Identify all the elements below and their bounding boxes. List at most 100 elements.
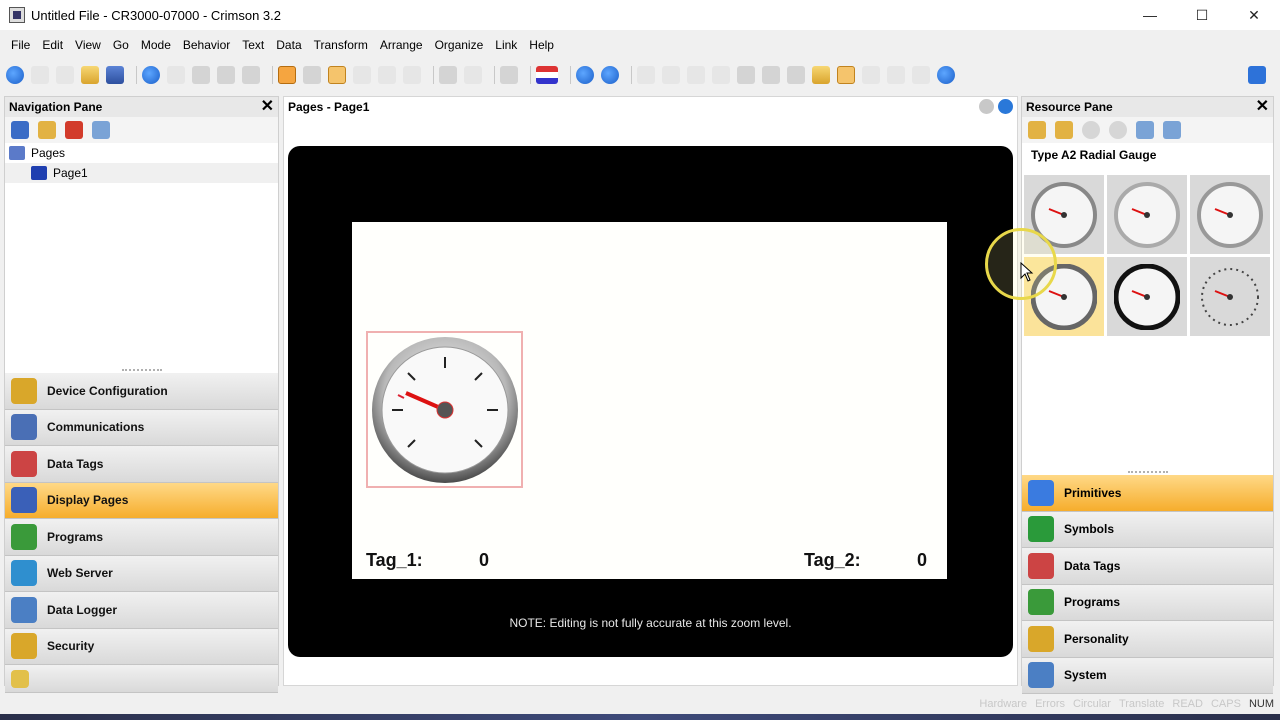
up-folder-icon[interactable] [1055,121,1073,139]
toolbar-separator [570,66,571,84]
translate-icon[interactable] [937,66,955,84]
menu-go[interactable]: Go [107,38,135,52]
res-symbols[interactable]: Symbols [1022,511,1273,548]
nav-communications[interactable]: Communications [5,409,278,446]
menu-help[interactable]: Help [523,38,560,52]
ungroup-icon[interactable] [912,66,930,84]
redo-icon[interactable] [167,66,185,84]
res-programs[interactable]: Programs [1022,584,1273,621]
smart-select-icon[interactable] [303,66,321,84]
menu-mode[interactable]: Mode [135,38,177,52]
menu-edit[interactable]: Edit [36,38,69,52]
new-folder-icon[interactable] [38,121,56,139]
nav-data-logger[interactable]: Data Logger [5,592,278,629]
zoom-out-icon[interactable] [1163,121,1181,139]
res-data-tags[interactable]: Data Tags [1022,548,1273,585]
back-icon[interactable] [6,66,24,84]
minimize-button[interactable]: — [1124,0,1176,30]
bold-icon[interactable] [787,66,805,84]
align-icon[interactable] [637,66,655,84]
display-canvas[interactable]: Tag_1: 0 Tag_2: 0 [352,222,947,579]
nav-label: Data Logger [47,602,118,617]
zoom-in-icon[interactable] [439,66,457,84]
screen-icon[interactable] [837,66,855,84]
menu-file[interactable]: File [5,38,36,52]
find-icon[interactable] [92,121,110,139]
delete-icon[interactable] [65,121,83,139]
nav-device-configuration[interactable]: Device Configuration [5,373,278,410]
tag1-value[interactable]: 0 [479,550,489,571]
page-up-icon[interactable] [998,99,1013,114]
key-icon [11,633,37,660]
radial-gauge-widget[interactable] [366,331,523,488]
widget-icon[interactable] [576,66,594,84]
zoom-out-icon[interactable] [464,66,482,84]
nav-display-pages[interactable]: Display Pages [5,482,278,519]
tree-item-pages[interactable]: Pages [5,143,278,163]
resource-section-title: Type A2 Radial Gauge [1031,148,1157,162]
tree-item-page1[interactable]: Page1 [5,163,278,183]
editor-title: Pages - Page1 [288,100,370,114]
zoom-in-icon[interactable] [1136,121,1154,139]
home-folder-icon[interactable] [1028,121,1046,139]
res-system[interactable]: System [1022,657,1273,694]
gauge-thumb-6[interactable] [1190,257,1270,336]
layout-icon[interactable] [601,66,619,84]
nav-data-tags[interactable]: Data Tags [5,446,278,483]
res-primitives[interactable]: Primitives [1022,475,1273,512]
gauge-thumb-5[interactable] [1107,257,1187,336]
shape-icon[interactable] [862,66,880,84]
close-window-button[interactable]: ✕ [1228,0,1280,30]
magic-wand-icon[interactable] [278,66,296,84]
group-icon[interactable] [887,66,905,84]
menu-transform[interactable]: Transform [308,38,374,52]
font-icon[interactable] [762,66,780,84]
send-backward-icon[interactable] [712,66,730,84]
menu-text[interactable]: Text [236,38,270,52]
new-file-icon[interactable] [56,66,74,84]
font-size-icon[interactable] [737,66,755,84]
tag1-label[interactable]: Tag_1: [366,550,423,571]
bring-forward-icon[interactable] [687,66,705,84]
select-pointer-icon[interactable] [328,66,346,84]
language-flag-icon[interactable] [536,66,558,84]
menu-arrange[interactable]: Arrange [374,38,429,52]
back-icon[interactable] [1082,121,1100,139]
paste-icon[interactable] [242,66,260,84]
menu-behavior[interactable]: Behavior [177,38,236,52]
distribute-icon[interactable] [662,66,680,84]
page-down-icon[interactable] [979,99,994,114]
nav-web-server[interactable]: Web Server [5,555,278,592]
help-icon[interactable] [1248,66,1266,84]
menu-link[interactable]: Link [489,38,523,52]
grid-icon[interactable] [500,66,518,84]
cut-icon[interactable] [192,66,210,84]
gauge-thumb-3[interactable] [1190,175,1270,254]
link-tool-icon[interactable] [812,66,830,84]
close-icon[interactable]: ✕ [261,98,274,116]
gauge-thumb-2[interactable] [1107,175,1187,254]
nav-programs[interactable]: Programs [5,519,278,556]
close-icon[interactable]: ✕ [1256,98,1269,116]
open-folder-icon[interactable] [81,66,99,84]
nav-security[interactable]: Security [5,628,278,665]
res-personality[interactable]: Personality [1022,621,1273,658]
status-read: READ [1172,698,1203,710]
menu-view[interactable]: View [69,38,107,52]
forward-icon[interactable] [31,66,49,84]
tag2-label[interactable]: Tag_2: [804,550,861,571]
text-tool-icon[interactable] [403,66,421,84]
save-icon[interactable] [106,66,124,84]
maximize-button[interactable]: ☐ [1176,0,1228,30]
forward-icon[interactable] [1109,121,1127,139]
undo-icon[interactable] [142,66,160,84]
zoom-tool-icon[interactable] [353,66,371,84]
new-page-icon[interactable] [11,121,29,139]
menu-data[interactable]: Data [270,38,307,52]
tag2-value[interactable]: 0 [917,550,927,571]
pan-hand-icon[interactable] [378,66,396,84]
nav-overflow[interactable] [5,665,278,693]
res-label: Symbols [1064,522,1115,537]
copy-icon[interactable] [217,66,235,84]
menu-organize[interactable]: Organize [429,38,490,52]
